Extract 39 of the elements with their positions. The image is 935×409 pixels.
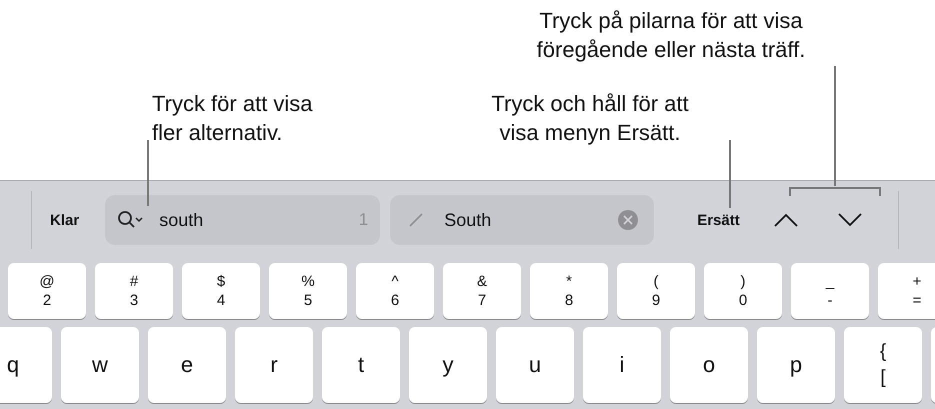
keyboard-key[interactable]: t bbox=[322, 327, 400, 403]
keyboard-key[interactable]: w bbox=[61, 327, 139, 403]
replace-field[interactable]: South bbox=[390, 195, 654, 245]
search-field[interactable]: south 1 bbox=[105, 195, 380, 245]
search-options-button[interactable] bbox=[117, 210, 144, 230]
keyboard-key[interactable]: r bbox=[235, 327, 313, 403]
keyboard-key[interactable]: ) 0 bbox=[704, 263, 782, 319]
leader-line bbox=[147, 140, 149, 206]
callout-text: Tryck för att visa fler alternativ. bbox=[152, 90, 313, 147]
callout-text: Tryck och håll för att visa menyn Ersätt. bbox=[490, 90, 690, 147]
close-icon bbox=[623, 215, 634, 225]
keyboard-key[interactable]: # 3 bbox=[95, 263, 173, 319]
done-button[interactable]: Klar bbox=[50, 204, 80, 236]
search-icon bbox=[117, 210, 144, 230]
keyboard-key[interactable]: % 5 bbox=[269, 263, 347, 319]
keyboard-key[interactable]: $ 4 bbox=[182, 263, 260, 319]
keyboard-key[interactable]: o bbox=[670, 327, 748, 403]
keyboard-key[interactable]: u bbox=[496, 327, 574, 403]
leader-line bbox=[729, 140, 731, 208]
callout-text: Tryck på pilarna för att visa föregående eller nästa träff. bbox=[536, 7, 806, 64]
keyboard-key[interactable]: ^ 6 bbox=[356, 263, 434, 319]
keyboard-key[interactable]: + = bbox=[878, 263, 935, 319]
keyboard-key[interactable]: q bbox=[0, 327, 52, 403]
replace-button[interactable]: Ersätt bbox=[697, 204, 740, 236]
keyboard-key[interactable]: * 8 bbox=[530, 263, 608, 319]
keyboard-key[interactable]: y bbox=[409, 327, 487, 403]
search-value: south bbox=[159, 210, 204, 230]
match-count: 1 bbox=[358, 210, 368, 230]
replace-value: South bbox=[444, 210, 492, 230]
keyboard-key[interactable]: @ 2 bbox=[8, 263, 86, 319]
keyboard-key[interactable]: { [ bbox=[844, 327, 922, 403]
chevron-up-icon bbox=[774, 213, 798, 227]
chevron-down-icon bbox=[838, 213, 862, 227]
keyboard-key[interactable]: _ - bbox=[791, 263, 869, 319]
keyboard-key[interactable]: e bbox=[148, 327, 226, 403]
keyboard-key[interactable]: p bbox=[757, 327, 835, 403]
keyboard-key[interactable]: i bbox=[583, 327, 661, 403]
keyboard-key[interactable]: & 7 bbox=[443, 263, 521, 319]
keyboard-key[interactable]: ( 9 bbox=[617, 263, 695, 319]
